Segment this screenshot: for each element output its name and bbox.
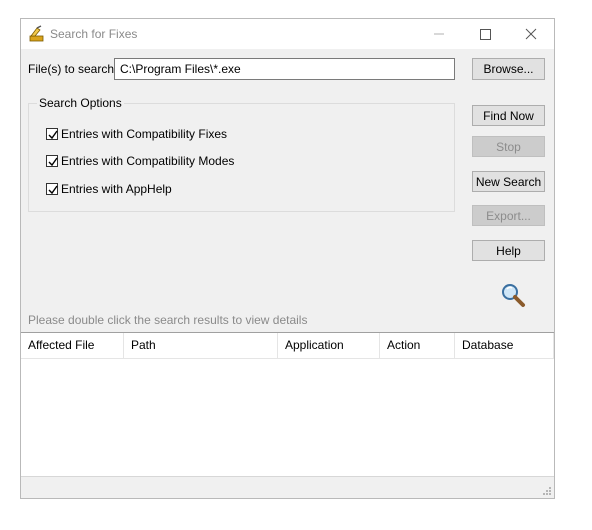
fix-app-icon (28, 25, 46, 43)
results-header: Affected File Path Application Action Da… (21, 333, 554, 359)
column-action[interactable]: Action (380, 333, 455, 358)
option-label: Entries with Compatibility Modes (61, 154, 235, 168)
option-compatibility-fixes[interactable]: Entries with Compatibility Fixes (46, 127, 227, 141)
resize-grip-icon[interactable] (542, 486, 552, 496)
find-now-button[interactable]: Find Now (472, 105, 545, 126)
title-bar[interactable]: Search for Fixes (21, 19, 554, 49)
column-path[interactable]: Path (124, 333, 278, 358)
magnifier-icon (499, 281, 527, 309)
status-bar (21, 476, 554, 498)
option-compatibility-modes[interactable]: Entries with Compatibility Modes (46, 154, 234, 168)
window-title: Search for Fixes (50, 27, 138, 41)
stop-button[interactable]: Stop (472, 136, 545, 157)
search-options-title: Search Options (37, 96, 124, 110)
checkbox-compatibility-fixes[interactable] (46, 128, 58, 140)
maximize-button[interactable] (462, 19, 508, 49)
export-button[interactable]: Export... (472, 205, 545, 226)
column-database[interactable]: Database (455, 333, 554, 358)
new-search-button[interactable]: New Search (472, 171, 545, 192)
search-options-group: Search Options Entries with Compatibilit… (28, 96, 455, 212)
option-label: Entries with Compatibility Fixes (61, 127, 228, 141)
column-application[interactable]: Application (278, 333, 380, 358)
minimize-button[interactable] (416, 19, 462, 49)
results-list[interactable]: Affected File Path Application Action Da… (21, 332, 554, 476)
option-apphelp[interactable]: Entries with AppHelp (46, 182, 172, 196)
files-to-search-input[interactable] (114, 58, 455, 80)
checkmark-icon (48, 130, 58, 140)
checkmark-icon (48, 157, 58, 167)
files-to-search-label: File(s) to search: (28, 62, 118, 76)
checkmark-icon (48, 185, 58, 195)
results-hint: Please double click the search results t… (28, 313, 308, 327)
option-label: Entries with AppHelp (61, 182, 172, 196)
search-for-fixes-window: Search for Fixes File(s) to search: Brow… (20, 18, 555, 499)
close-button[interactable] (508, 19, 554, 49)
checkbox-apphelp[interactable] (46, 183, 58, 195)
checkbox-compatibility-modes[interactable] (46, 155, 58, 167)
help-button[interactable]: Help (472, 240, 545, 261)
column-affected-file[interactable]: Affected File (21, 333, 124, 358)
browse-button[interactable]: Browse... (472, 58, 545, 80)
